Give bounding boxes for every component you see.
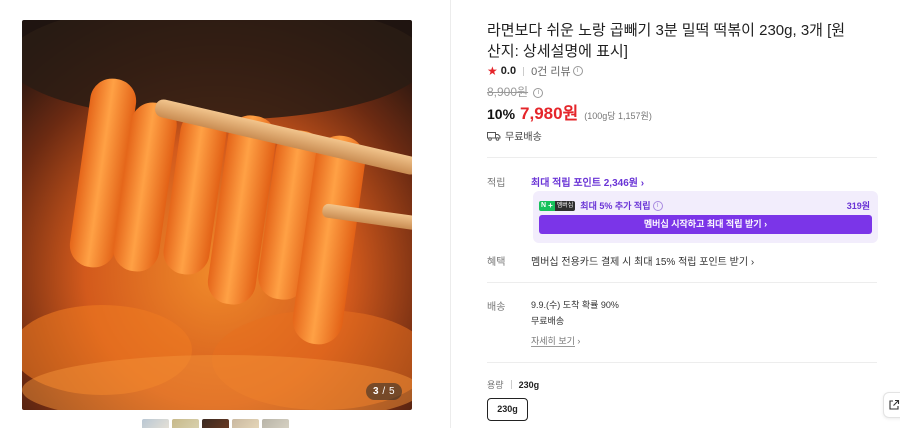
truck-icon — [487, 131, 501, 141]
delivery-fee: 무료배송 — [531, 316, 565, 326]
product-title: 라면보다 쉬운 노랑 곱빼기 3분 밀떡 떡볶이 230g, 3개 [원산지: … — [487, 22, 846, 60]
benefit-label: 혜택 — [487, 257, 506, 268]
chevron-right-icon: › — [640, 178, 645, 189]
shipping-tag: 무료배송 — [487, 128, 542, 143]
section-divider — [487, 362, 877, 363]
benefit-text: 멤버십 전용카드 결제 시 최대 15% 적립 포인트 받기 — [531, 257, 749, 268]
promo-text: 최대 5% 추가 적립 — [580, 201, 651, 211]
badge-n: N — [539, 200, 549, 211]
tteokbokki-photo — [22, 20, 412, 410]
option-label: 용량 — [487, 380, 504, 390]
option-chip-230g[interactable]: 230g — [487, 398, 528, 421]
membership-start-label: 멤버십 시작하고 최대 적립 받기 — [643, 219, 762, 229]
price-row: 10% 7,980원 (100g당 1,157원) — [487, 99, 652, 124]
unit-price: (100g당 1,157원) — [584, 111, 652, 121]
badge-membership: 멤버십 — [554, 200, 576, 211]
chevron-right-icon: › — [764, 219, 768, 229]
option-separator — [510, 380, 512, 389]
delivery-details-text: 자세히 보기 — [531, 336, 575, 347]
thumbnail-5[interactable] — [262, 419, 289, 428]
info-icon[interactable]: i — [572, 66, 583, 76]
thumbnail-3[interactable] — [202, 419, 229, 428]
sale-price: 7,980원 — [520, 104, 579, 123]
thumbnail-strip — [142, 419, 289, 428]
original-price: 8,900원 — [487, 85, 529, 99]
promo-header: N + 멤버십 최대 5% 추가 적립 i 319원 — [539, 199, 870, 212]
thumbnail-2[interactable] — [172, 419, 199, 428]
review-count[interactable]: 0건 리뷰 — [531, 63, 571, 79]
naver-plus-badge: N + 멤버십 — [539, 200, 576, 211]
rating-row[interactable]: ★ 0.0 0건 리뷰 i — [487, 63, 583, 79]
rating-score: 0.0 — [500, 65, 517, 77]
original-price-row: 8,900원 i — [487, 83, 544, 100]
column-divider — [450, 0, 451, 428]
points-label: 적립 — [487, 178, 506, 189]
thumbnail-1[interactable] — [142, 419, 169, 428]
share-icon — [889, 399, 900, 410]
delivery-label: 배송 — [487, 302, 506, 313]
promo-points: 319원 — [846, 201, 870, 211]
option-selected-value: 230g — [518, 379, 540, 390]
discount-rate: 10% — [487, 106, 516, 122]
chevron-right-icon: › — [750, 257, 755, 268]
star-icon: ★ — [487, 64, 498, 78]
delivery-details-link[interactable]: 자세히 보기 › — [531, 334, 580, 347]
promo-info-icon[interactable]: i — [652, 200, 663, 211]
option-row: 용량 230g — [487, 378, 539, 391]
chevron-right-icon: › — [577, 336, 581, 346]
rating-separator — [523, 66, 525, 76]
benefit-link[interactable]: 멤버십 전용카드 결제 시 최대 15% 적립 포인트 받기 › — [531, 253, 754, 268]
image-counter: 3 / 5 — [366, 383, 402, 400]
max-points-link[interactable]: 최대 적립 포인트 2,346원 › — [531, 174, 644, 189]
max-points-text: 최대 적립 포인트 2,346원 — [531, 178, 638, 189]
delivery-estimate: 9.9.(수) 도착 확률 90% — [531, 300, 619, 310]
price-info-icon[interactable]: i — [533, 87, 544, 98]
shipping-tag-label: 무료배송 — [505, 132, 542, 143]
main-product-image[interactable]: 3 / 5 — [22, 20, 412, 410]
badge-plus: + — [548, 200, 555, 211]
thumbnail-4[interactable] — [232, 419, 259, 428]
section-divider — [487, 157, 877, 158]
share-button[interactable] — [883, 392, 900, 418]
section-divider — [487, 282, 877, 283]
membership-promo-box: N + 멤버십 최대 5% 추가 적립 i 319원 멤버십 시작하고 최대 적… — [533, 191, 878, 243]
membership-start-button[interactable]: 멤버십 시작하고 최대 적립 받기 › — [539, 215, 872, 234]
